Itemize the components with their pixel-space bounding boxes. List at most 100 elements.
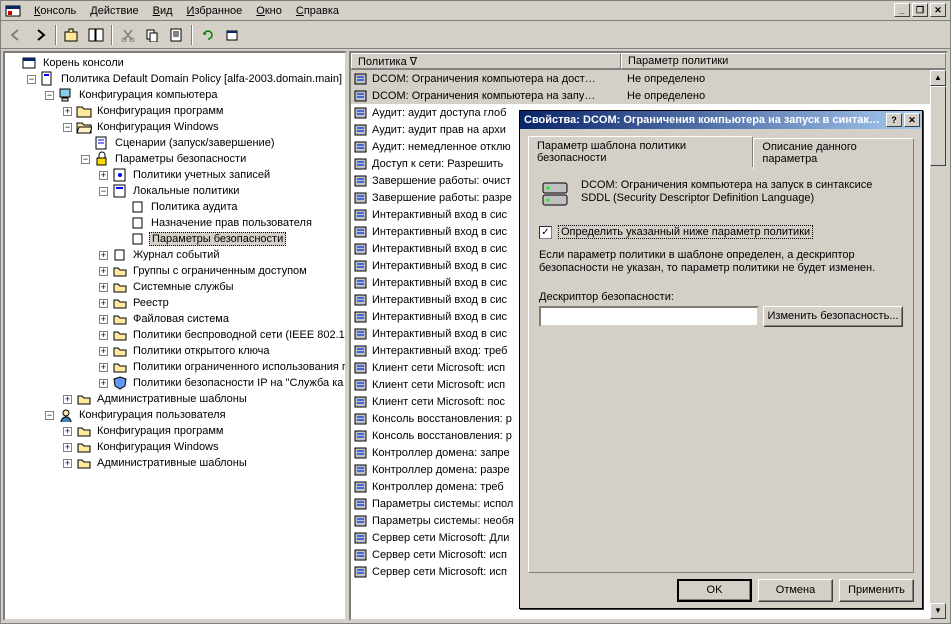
lock-icon [94, 151, 110, 167]
menu-action[interactable]: Действие [83, 3, 145, 19]
tree-local-pol[interactable]: −Локальные политики [97, 183, 345, 199]
policy-item-icon [130, 199, 146, 215]
scroll-thumb[interactable] [930, 86, 946, 166]
tree-account-pol[interactable]: +Политики учетных записей [97, 167, 345, 183]
restore-button[interactable]: ❐ [912, 3, 928, 17]
policy-name: Доступ к сети: Разрешить [372, 158, 503, 170]
tree-filesystem[interactable]: +Файловая система [97, 311, 345, 327]
tree-audit-pol[interactable]: Политика аудита [115, 199, 345, 215]
dialog-help-button[interactable]: ? [886, 113, 902, 127]
folder-icon [112, 295, 128, 311]
tree-win-conf2[interactable]: +Конфигурация Windows [61, 439, 345, 455]
menu-console[interactable]: Консоль [27, 3, 83, 19]
policy-row-icon [353, 190, 369, 206]
policy-row-icon [353, 139, 369, 155]
folder-icon [112, 343, 128, 359]
col-param[interactable]: Параметр политики [621, 53, 946, 69]
folder-icon [76, 423, 92, 439]
apply-button[interactable]: Применить [839, 579, 914, 602]
tree-scripts[interactable]: Сценарии (запуск/завершение) [79, 135, 345, 151]
scroll-down-icon[interactable]: ▼ [930, 603, 946, 619]
policy-row-icon [353, 547, 369, 563]
list-header: Политика ∇ Параметр политики [351, 53, 946, 70]
policy-name: Интерактивный вход в сис [372, 277, 507, 289]
menu-favorites[interactable]: Избранное [180, 3, 250, 19]
policy-row-icon [353, 326, 369, 342]
properties-dialog: Свойства: DCOM: Ограничения компьютера н… [519, 110, 923, 609]
policy-name: Сервер сети Microsoft: исп [372, 549, 507, 561]
tab-description[interactable]: Описание данного параметра [753, 138, 914, 169]
back-button[interactable] [5, 24, 27, 46]
policy-row-icon [353, 445, 369, 461]
minimize-button[interactable]: _ [894, 3, 910, 17]
define-checkbox[interactable]: ✓ [539, 226, 552, 239]
tree-sec-params[interactable]: −Параметры безопасности [79, 151, 345, 167]
folder-icon [112, 311, 128, 327]
tree-prog-conf2[interactable]: +Конфигурация программ [61, 423, 345, 439]
copy-button[interactable] [141, 24, 163, 46]
forward-button[interactable] [29, 24, 51, 46]
folder-icon [112, 359, 128, 375]
toolbar [1, 21, 950, 49]
mmc-window: Консоль Действие Вид Избранное Окно Спра… [0, 0, 951, 624]
cancel-button[interactable]: Отмена [758, 579, 833, 602]
cut-button[interactable] [117, 24, 139, 46]
dialog-title: Свойства: DCOM: Ограничения компьютера н… [522, 114, 886, 126]
tree-pane[interactable]: Корень консоли −Политика Default Domain … [3, 51, 347, 621]
policy-row-icon [353, 224, 369, 240]
tree-ipsec[interactable]: +Политики безопасности IP на "Служба ка [97, 375, 345, 391]
tree-services[interactable]: +Системные службы [97, 279, 345, 295]
show-hide-tree-button[interactable] [85, 24, 107, 46]
policy-row-icon [353, 173, 369, 189]
tree-user-conf[interactable]: −Конфигурация пользователя [43, 407, 345, 423]
sd-input[interactable] [539, 306, 759, 327]
policy-row-icon [353, 122, 369, 138]
tree-software-restrict[interactable]: +Политики ограниченного использования п [97, 359, 345, 375]
tree-policy[interactable]: −Политика Default Domain Policy [alfa-20… [25, 71, 345, 87]
user-icon [58, 407, 74, 423]
tree-restricted[interactable]: +Группы с ограниченным доступом [97, 263, 345, 279]
tab-template-param[interactable]: Параметр шаблона политики безопасности [528, 136, 753, 167]
collapse-icon[interactable]: − [27, 75, 36, 84]
tree-wireless[interactable]: +Политики беспроводной сети (IEEE 802.1 [97, 327, 345, 343]
list-row[interactable]: DCOM: Ограничения компьютера на запу…Не … [351, 87, 946, 104]
policy-row-icon [353, 71, 369, 87]
tree-admin-templates[interactable]: +Административные шаблоны [61, 391, 345, 407]
refresh-button[interactable] [197, 24, 219, 46]
tree-user-rights[interactable]: Назначение прав пользователя [115, 215, 345, 231]
tree-root[interactable]: Корень консоли [7, 55, 345, 71]
computer-icon [58, 87, 74, 103]
tree-prog-conf[interactable]: +Конфигурация программ [61, 103, 345, 119]
tree-sec-options[interactable]: Параметры безопасности [115, 231, 345, 247]
policy-name: Интерактивный вход в сис [372, 328, 507, 340]
tree-registry[interactable]: +Реестр [97, 295, 345, 311]
tree-event-log[interactable]: +Журнал событий [97, 247, 345, 263]
col-policy[interactable]: Политика ∇ [351, 53, 621, 69]
tree-comp-conf[interactable]: −Конфигурация компьютера [43, 87, 345, 103]
policy-item-icon [130, 231, 146, 247]
policy-name: Интерактивный вход в сис [372, 311, 507, 323]
vertical-scrollbar[interactable]: ▲ ▼ [930, 70, 946, 619]
menu-help[interactable]: Справка [289, 3, 346, 19]
scroll-up-icon[interactable]: ▲ [930, 70, 946, 86]
list-row[interactable]: DCOM: Ограничения компьютера на дост…Не … [351, 70, 946, 87]
up-button[interactable] [61, 24, 83, 46]
tree-admin-templates2[interactable]: +Административные шаблоны [61, 455, 345, 471]
policy-item-icon [130, 215, 146, 231]
properties-button[interactable] [165, 24, 187, 46]
dialog-titlebar[interactable]: Свойства: DCOM: Ограничения компьютера н… [520, 111, 922, 129]
policy-name: Параметры системы: испол [372, 498, 513, 510]
tree-win-conf[interactable]: −Конфигурация Windows [61, 119, 345, 135]
close-button[interactable]: ✕ [930, 3, 946, 17]
policy-name: Аудит: немедленное отклю [372, 141, 511, 153]
menu-view[interactable]: Вид [146, 3, 180, 19]
dialog-close-button[interactable]: ✕ [904, 113, 920, 127]
menu-window[interactable]: Окно [249, 3, 289, 19]
policy-name: Интерактивный вход в сис [372, 209, 507, 221]
export-button[interactable] [221, 24, 243, 46]
edit-security-button[interactable]: Изменить безопасность... [763, 306, 903, 327]
tree-pki[interactable]: +Политики открытого ключа [97, 343, 345, 359]
define-checkbox-label[interactable]: Определить указанный ниже параметр полит… [558, 225, 813, 239]
ok-button[interactable]: OK [677, 579, 752, 602]
policy-name: Аудит: аудит доступа глоб [372, 107, 506, 119]
